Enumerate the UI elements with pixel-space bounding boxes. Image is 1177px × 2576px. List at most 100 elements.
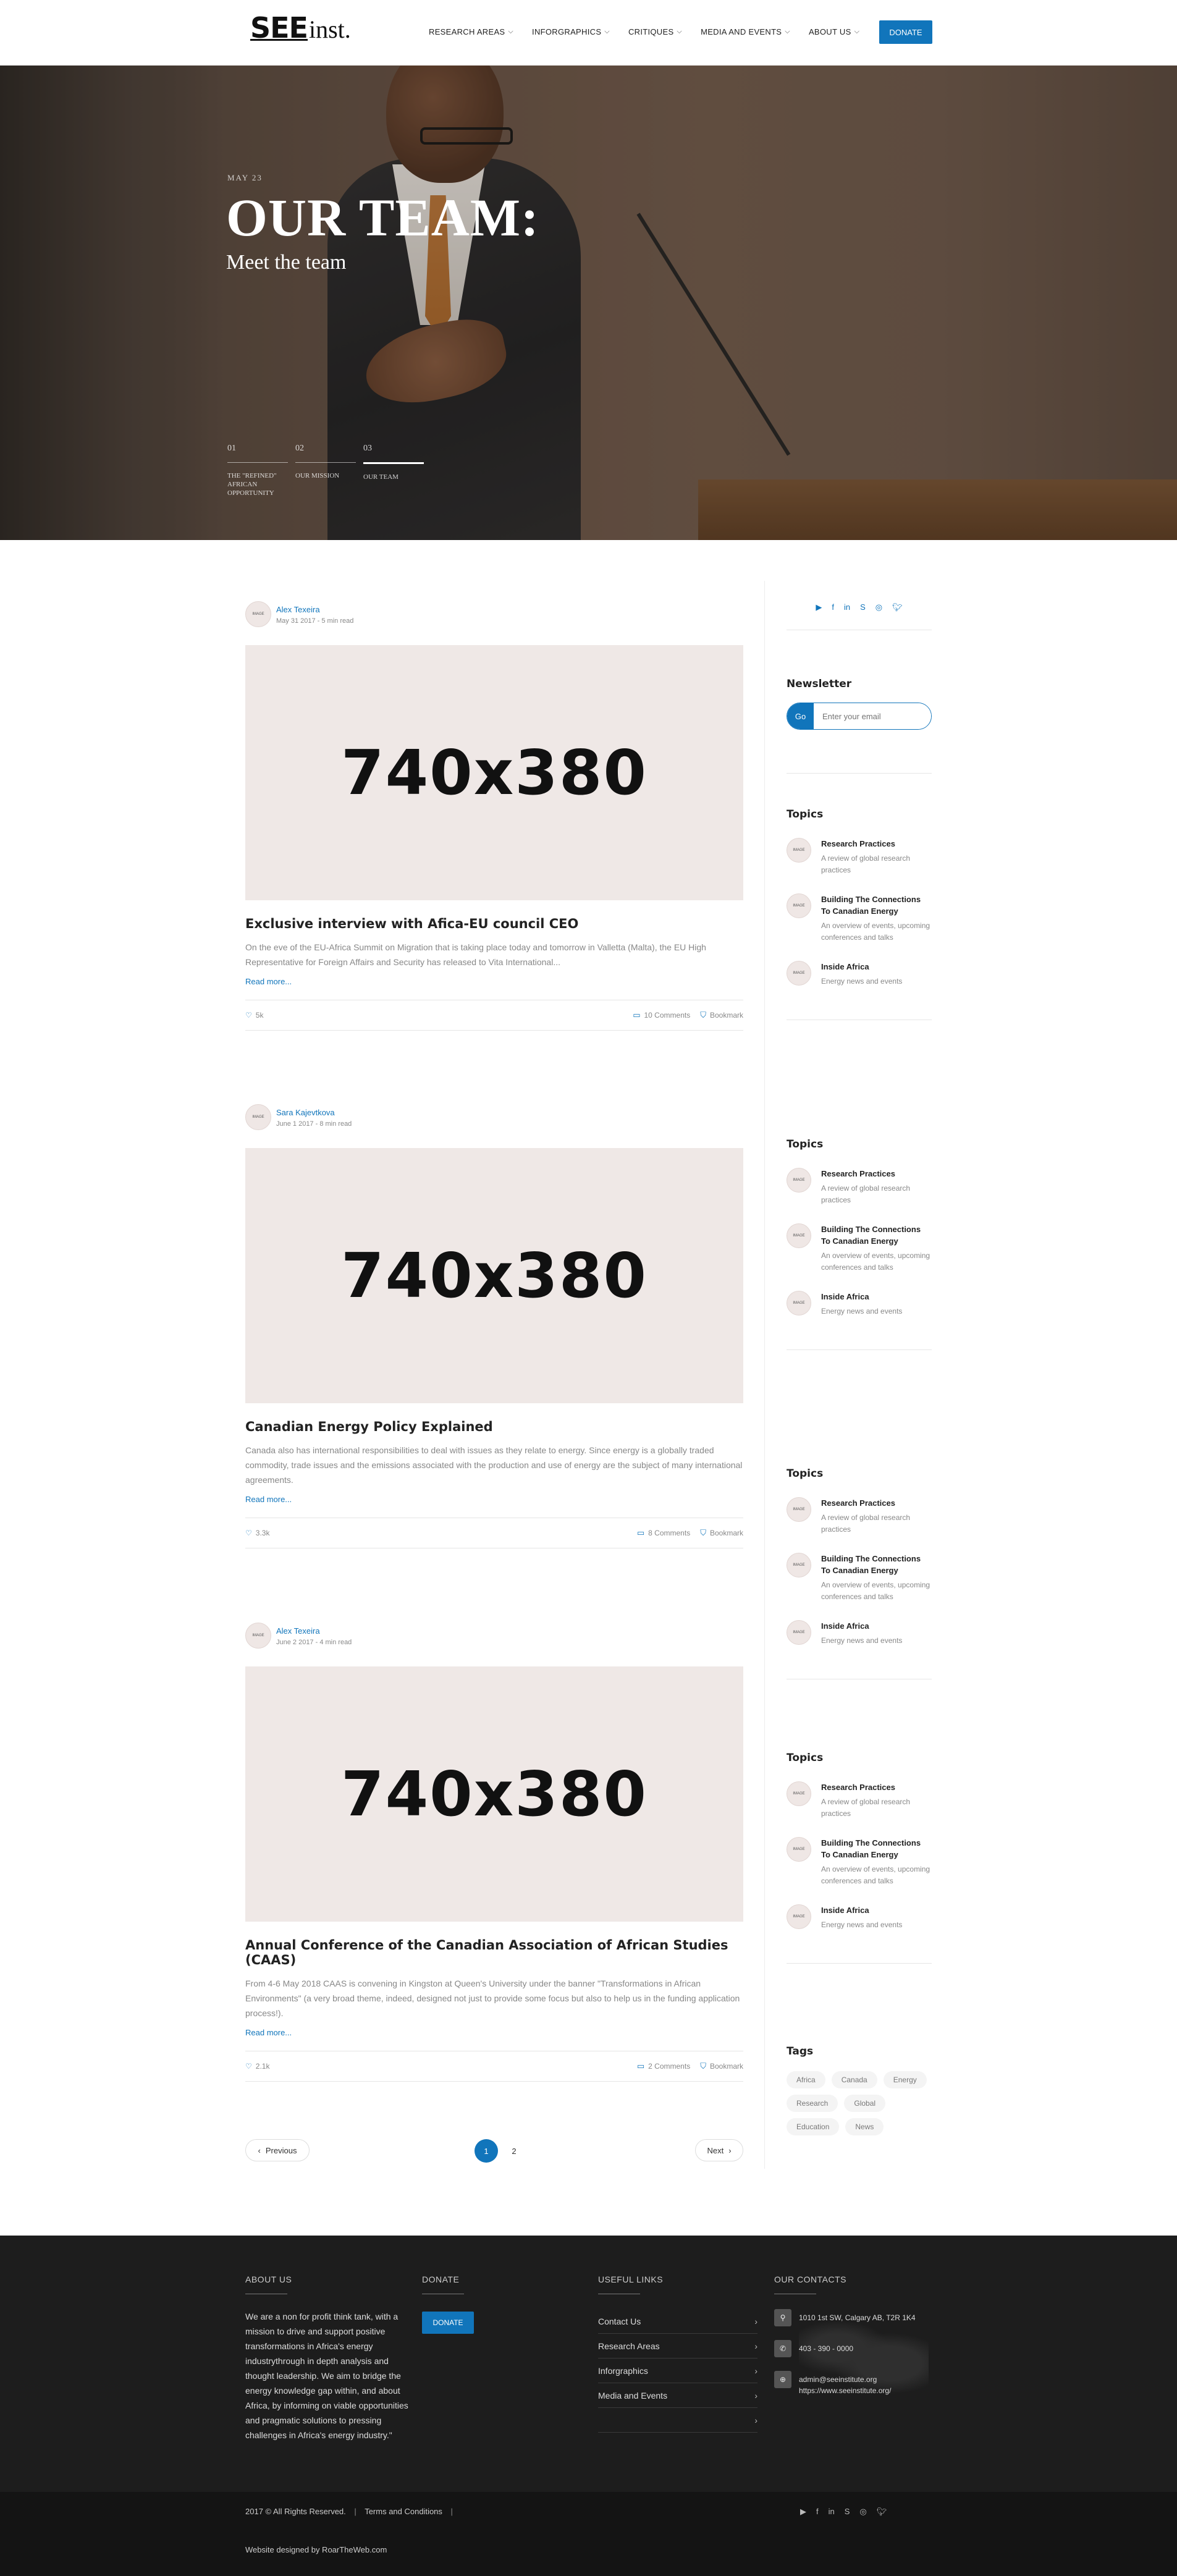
chevron-right-icon: › <box>754 2415 757 2425</box>
topic-item[interactable]: IMAGE Research Practices A review of globa… <box>787 838 932 876</box>
nav-critiques[interactable]: CRITIQUES ⌵ <box>628 27 682 36</box>
newsletter-email-input[interactable] <box>814 703 931 729</box>
read-more-link[interactable]: Read more... <box>245 977 292 986</box>
footer-link-empty[interactable]: › <box>598 2408 757 2433</box>
tag-research[interactable]: Research <box>787 2095 838 2112</box>
post-footer: ♡ 5k ▭ 10 Comments ⛉ Bookmark <box>245 1000 743 1031</box>
tag-education[interactable]: Education <box>787 2118 840 2135</box>
tag-africa[interactable]: Africa <box>787 2071 825 2088</box>
nav-about-us[interactable]: ABOUT US ⌵ <box>809 27 859 36</box>
comments-link[interactable]: ▭ 10 Comments <box>633 1010 690 1020</box>
topic-item[interactable]: IMAGE Research Practices A review of globa… <box>787 1781 932 1820</box>
youtube-icon[interactable]: ▶ <box>800 2507 806 2517</box>
post-title[interactable]: Exclusive interview with Afica-EU counci… <box>245 916 743 931</box>
terms-link[interactable]: Terms and Conditions <box>365 2507 442 2516</box>
author-name-link[interactable]: Alex Texeira <box>276 605 320 614</box>
page-2-button[interactable]: 2 <box>502 2139 526 2163</box>
footer-contacts-heading: OUR CONTACTS <box>774 2274 846 2294</box>
post-title[interactable]: Canadian Energy Policy Explained <box>245 1419 743 1434</box>
bookmark-icon: ⛉ <box>700 1528 706 1537</box>
topic-item[interactable]: IMAGE Inside Africa Energy news and events <box>787 1904 932 1931</box>
topic-item[interactable]: IMAGE Research Practices A review of globa… <box>787 1497 932 1535</box>
instagram-icon[interactable]: ◎ <box>875 602 882 612</box>
like-button[interactable]: ♡ 2.1k <box>245 2062 269 2071</box>
read-more-link[interactable]: Read more... <box>245 2028 292 2037</box>
footer-link-contact[interactable]: Contact Us › <box>598 2309 757 2334</box>
footer-link-inforgraphics[interactable]: Inforgraphics › <box>598 2359 757 2383</box>
link-label: Research Areas <box>598 2341 660 2351</box>
comments-link[interactable]: ▭ 2 Comments <box>637 2061 690 2071</box>
topic-title: Research Practices <box>821 839 895 848</box>
post-date: June 2 2017 - 4 min read <box>276 1638 352 1646</box>
comment-count: 10 Comments <box>644 1011 691 1020</box>
contact-email-link[interactable]: admin@seeinstitute.org <box>799 2374 891 2385</box>
topic-avatar: IMAGE <box>787 1291 811 1315</box>
nav-inforgraphics[interactable]: INFORGRAPHICS ⌵ <box>532 27 610 36</box>
topic-item[interactable]: IMAGE Research Practices A review of globa… <box>787 1168 932 1206</box>
hero-step-2[interactable]: 02 OUR MISSION <box>295 444 356 497</box>
bookmark-button[interactable]: ⛉ Bookmark <box>700 1528 743 1538</box>
post-image[interactable]: 740x380 <box>245 1148 743 1403</box>
tag-global[interactable]: Global <box>844 2095 886 2112</box>
step-number: 02 <box>295 444 356 463</box>
author-name-link[interactable]: Alex Texeira <box>276 1626 320 1636</box>
facebook-icon[interactable]: f <box>832 602 834 612</box>
hero-step-3[interactable]: 03 OUR TEAM <box>363 444 424 497</box>
post-author: IMAGE Alex Texeira May 31 2017 - 5 min r… <box>245 599 743 629</box>
bookmark-label: Bookmark <box>709 1529 743 1537</box>
footer-donate-button[interactable]: DONATE <box>422 2312 474 2334</box>
post-image[interactable]: 740x380 <box>245 645 743 900</box>
contacts-list: ⚲ 1010 1st SW, Calgary AB, T2R 1K4 ✆ 403 -… <box>774 2309 935 2396</box>
donate-button[interactable]: DONATE <box>879 20 932 44</box>
topic-item[interactable]: IMAGE Building The Connections To Canadia… <box>787 1223 932 1273</box>
topic-body: Inside Africa Energy news and events <box>821 1291 932 1317</box>
next-page-button[interactable]: Next › <box>695 2139 743 2161</box>
author-name-link[interactable]: Sara Kajevtkova <box>276 1108 335 1117</box>
instagram-icon[interactable]: ◎ <box>859 2507 866 2517</box>
bookmark-button[interactable]: ⛉ Bookmark <box>700 1010 743 1020</box>
topics-heading: Topics <box>787 1467 824 1480</box>
nav-research-areas[interactable]: RESEARCH AREAS ⌵ <box>429 27 513 36</box>
youtube-icon[interactable]: ▶ <box>816 602 822 612</box>
topic-body: Research Practices A review of global res… <box>821 1497 932 1535</box>
contact-website-link[interactable]: https://www.seeinstitute.org/ <box>799 2385 891 2396</box>
post-title[interactable]: Annual Conference of the Canadian Associ… <box>245 1938 743 1967</box>
twitter-icon[interactable]: 🐦︎ <box>877 2507 887 2517</box>
author-avatar: IMAGE <box>245 601 271 627</box>
topic-item[interactable]: IMAGE Inside Africa Energy news and events <box>787 961 932 987</box>
topic-item[interactable]: IMAGE Building The Connections To Canadia… <box>787 1553 932 1603</box>
topic-item[interactable]: IMAGE Inside Africa Energy news and events <box>787 1620 932 1647</box>
page-1-button[interactable]: 1 <box>475 2139 498 2163</box>
twitter-icon[interactable]: 🐦︎ <box>892 602 903 612</box>
skype-icon[interactable]: S <box>845 2507 850 2517</box>
facebook-icon[interactable]: f <box>816 2507 819 2517</box>
bookmark-label: Bookmark <box>709 1011 743 1020</box>
contact-phone-text[interactable]: 403 - 390 - 0000 <box>799 2340 853 2354</box>
nav-media-events[interactable]: MEDIA AND EVENTS ⌵ <box>701 27 790 36</box>
topic-item[interactable]: IMAGE Building The Connections To Canadia… <box>787 1837 932 1887</box>
skype-icon[interactable]: S <box>860 602 866 612</box>
like-button[interactable]: ♡ 3.3k <box>245 1529 269 1537</box>
site-logo[interactable]: SEE inst. <box>250 11 351 44</box>
comments-link[interactable]: ▭ 8 Comments <box>637 1528 690 1538</box>
topic-item[interactable]: IMAGE Building The Connections To Canadia… <box>787 893 932 944</box>
linkedin-icon[interactable]: in <box>829 2507 835 2517</box>
step-label: THE "REFINED" AFRICAN OPPORTUNITY <box>227 472 277 497</box>
read-more-link[interactable]: Read more... <box>245 1495 292 1504</box>
linkedin-icon[interactable]: in <box>844 602 850 612</box>
topic-item[interactable]: IMAGE Inside Africa Energy news and events <box>787 1291 932 1317</box>
tag-canada[interactable]: Canada <box>831 2071 877 2088</box>
like-button[interactable]: ♡ 5k <box>245 1011 263 1020</box>
post-image[interactable]: 740x380 <box>245 1666 743 1922</box>
topic-title: Research Practices <box>821 1169 895 1178</box>
tag-energy[interactable]: Energy <box>883 2071 927 2088</box>
like-count: 3.3k <box>255 1529 270 1537</box>
tag-news[interactable]: News <box>845 2118 884 2135</box>
topic-title: Building The Connections To Canadian Ene… <box>821 895 921 916</box>
previous-page-button[interactable]: ‹ Previous <box>245 2139 310 2161</box>
bookmark-button[interactable]: ⛉ Bookmark <box>700 2061 743 2071</box>
footer-link-research[interactable]: Research Areas › <box>598 2334 757 2359</box>
footer-link-media[interactable]: Media and Events › <box>598 2383 757 2408</box>
hero-step-1[interactable]: 01 THE "REFINED" AFRICAN OPPORTUNITY <box>227 444 288 497</box>
newsletter-go-button[interactable]: Go <box>787 703 814 729</box>
